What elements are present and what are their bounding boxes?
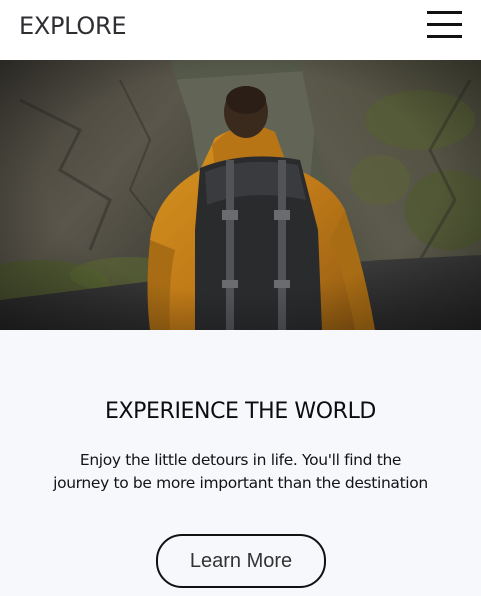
hamburger-menu-icon[interactable]: [423, 9, 465, 41]
hero-image: [0, 60, 481, 330]
menu-bar: [427, 35, 462, 38]
page: EXPLORE EXPERIENCE THE WORLD Enjoy the l…: [0, 0, 481, 596]
learn-more-button[interactable]: Learn More: [156, 534, 326, 588]
hiker-photo: [0, 60, 481, 330]
brand-logo-text[interactable]: EXPLORE: [19, 11, 127, 41]
menu-bar: [427, 11, 462, 14]
page-title: EXPERIENCE THE WORLD: [105, 399, 376, 424]
menu-bar: [427, 23, 462, 26]
tagline-line: Enjoy the little detours in life. You'll…: [79, 451, 402, 469]
tagline: Enjoy the little detours in life. You'll…: [30, 449, 451, 495]
tagline-line: journey to be more important than the de…: [53, 474, 428, 492]
navbar: EXPLORE: [0, 0, 481, 60]
content-section: EXPERIENCE THE WORLD Enjoy the little de…: [0, 330, 481, 596]
